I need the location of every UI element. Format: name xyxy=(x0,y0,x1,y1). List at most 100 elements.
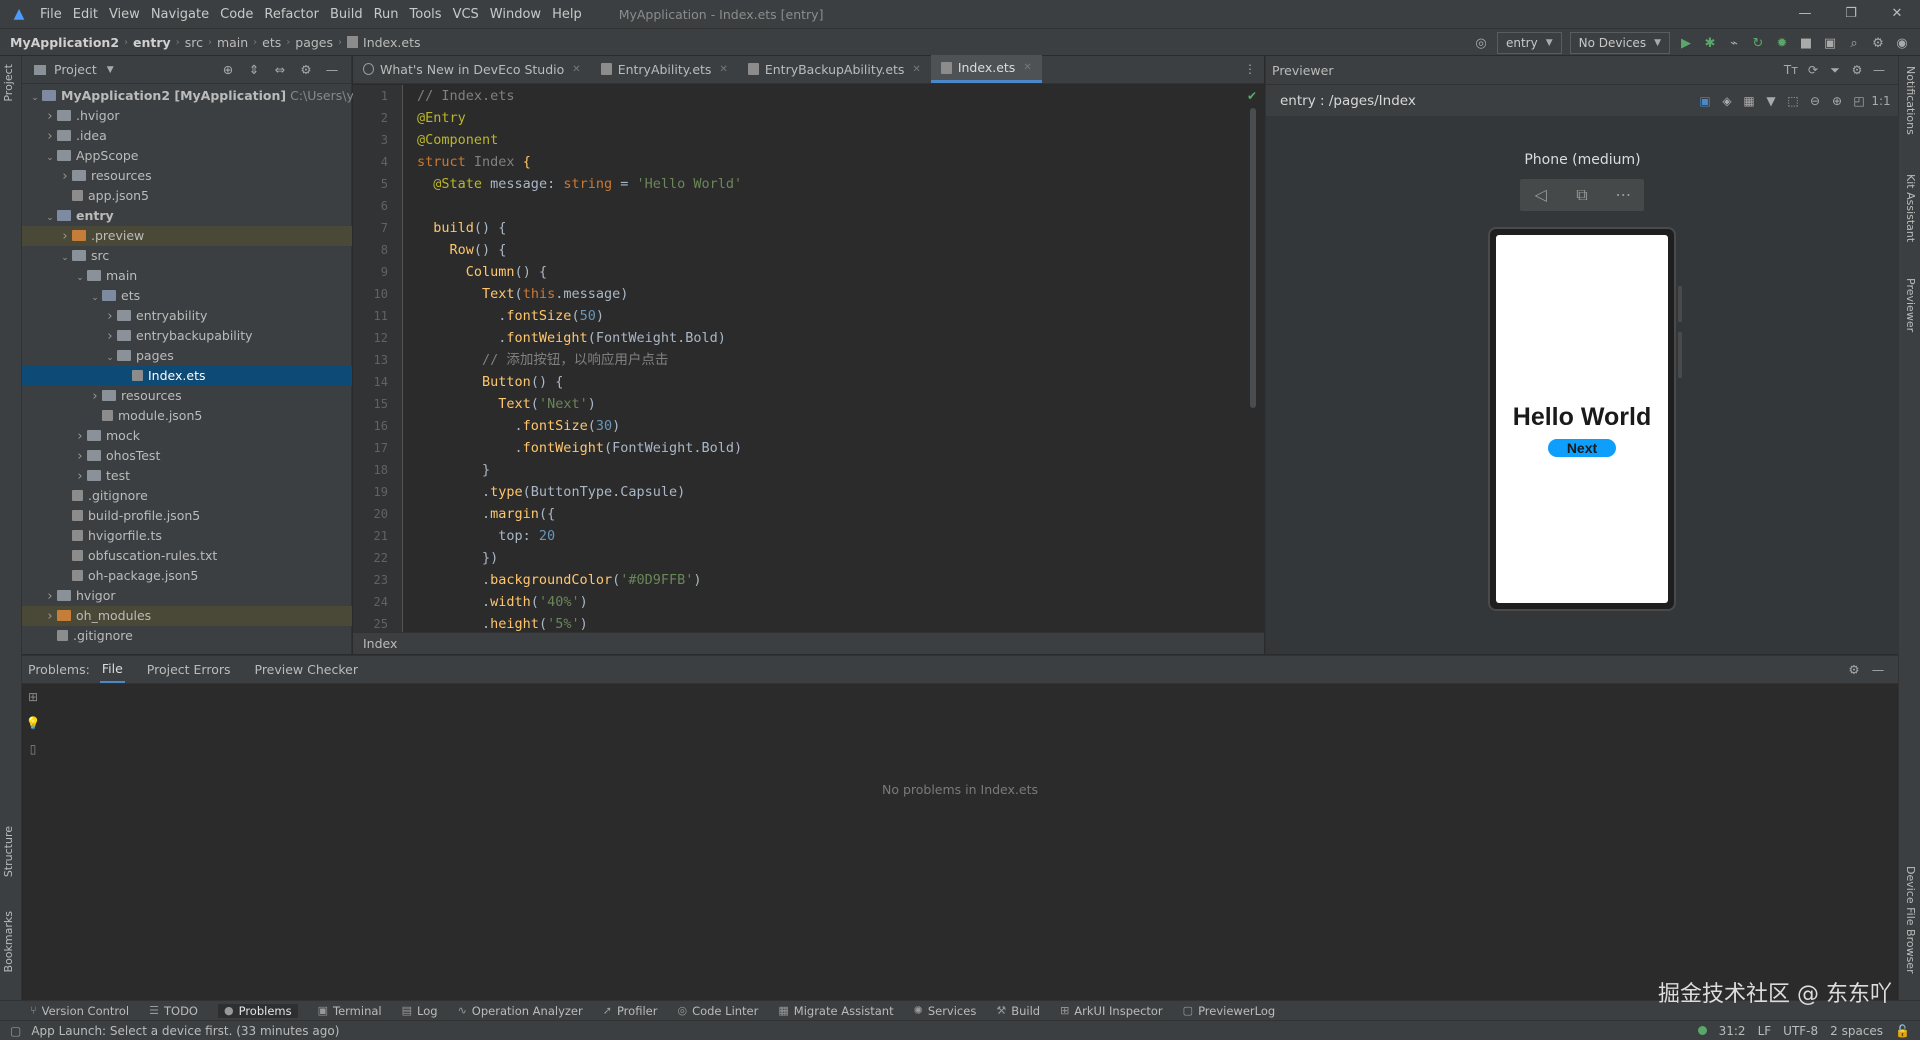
status-message[interactable]: App Launch: Select a device first. (33 m… xyxy=(31,1024,339,1038)
menu-navigate[interactable]: Navigate xyxy=(151,7,209,22)
multi-device-icon[interactable]: ▦ xyxy=(1738,94,1760,108)
menu-tools[interactable]: Tools xyxy=(410,7,442,22)
target-icon[interactable]: ◎ xyxy=(1469,36,1493,51)
tree-item[interactable]: › hvigor xyxy=(22,586,352,606)
tool-window-operation-analyzer[interactable]: ∿ Operation Analyzer xyxy=(458,1004,583,1018)
chevron-right-icon[interactable]: › xyxy=(58,227,72,247)
font-size-icon[interactable]: Tт xyxy=(1780,63,1802,78)
code-area[interactable]: // Index.ets @Entry @Component struct Index… xyxy=(417,85,1247,632)
tool-window-version-control[interactable]: ⑂ Version Control xyxy=(30,1004,129,1018)
run-icon[interactable]: ▶ xyxy=(1674,36,1698,51)
device-file-browser-tool-button[interactable]: Device File Browser xyxy=(1904,866,1917,974)
menu-view[interactable]: View xyxy=(109,7,140,22)
chevron-right-icon[interactable]: › xyxy=(43,107,57,127)
ratio-icon[interactable]: 1:1 xyxy=(1870,94,1892,108)
chevron-down-icon[interactable]: ⌄ xyxy=(103,348,117,368)
tree-item[interactable]: oh-package.json5 xyxy=(22,566,352,586)
bookmarks-tool-button[interactable]: Bookmarks xyxy=(2,911,15,972)
gear-icon[interactable]: ⚙ xyxy=(293,62,319,77)
chevron-down-icon[interactable]: ⌄ xyxy=(43,208,57,228)
tool-window-todo[interactable]: ☰ TODO xyxy=(149,1004,198,1018)
tree-item[interactable]: module.json5 xyxy=(22,406,352,426)
attach-debugger-icon[interactable]: ⌁ xyxy=(1722,36,1746,51)
notifications-tool-button[interactable]: Notifications xyxy=(1904,66,1917,135)
tree-item[interactable]: ⌄ src xyxy=(22,246,352,266)
back-icon[interactable]: ◁ xyxy=(1520,179,1561,211)
chevron-down-icon[interactable]: ▼ xyxy=(107,65,114,75)
zoom-out-icon[interactable]: ⊖ xyxy=(1804,94,1826,108)
breadcrumb-item[interactable]: pages xyxy=(295,35,333,50)
search-icon[interactable]: ⌕ xyxy=(1842,36,1866,51)
gear-icon[interactable]: ⚙ xyxy=(1846,63,1868,78)
rotate-icon[interactable]: ⧉ xyxy=(1561,179,1602,211)
tree-item[interactable]: › entryability xyxy=(22,306,352,326)
close-tab-icon[interactable]: ✕ xyxy=(719,64,727,75)
tree-item[interactable]: ⌄ AppScope xyxy=(22,146,352,166)
tree-item[interactable]: ⌄ main xyxy=(22,266,352,286)
tree-item[interactable]: › entrybackupability xyxy=(22,326,352,346)
previewer-tool-button[interactable]: Previewer xyxy=(1904,278,1917,332)
menu-file[interactable]: File xyxy=(40,7,62,22)
layers-icon[interactable]: ◈ xyxy=(1716,94,1738,108)
filter-icon[interactable]: ⏷ xyxy=(1824,63,1846,78)
chevron-down-icon[interactable]: ⌄ xyxy=(28,88,42,108)
more-tabs-icon[interactable]: ⋮ xyxy=(1244,55,1256,83)
tool-window-code-linter[interactable]: ◎ Code Linter xyxy=(677,1004,758,1018)
chevron-right-icon[interactable]: › xyxy=(88,387,102,407)
tool-window-profiler[interactable]: ➚ Profiler xyxy=(603,1004,658,1018)
chevron-right-icon[interactable]: › xyxy=(43,127,57,147)
breadcrumb-item[interactable]: ets xyxy=(262,35,281,50)
tree-item[interactable]: .gitignore xyxy=(22,626,352,646)
inspector-icon[interactable]: ▣ xyxy=(1694,94,1716,108)
tree-item[interactable]: › ohosTest xyxy=(22,446,352,466)
menu-window[interactable]: Window xyxy=(490,7,541,22)
editor-tab[interactable]: Index.ets ✕ xyxy=(930,55,1042,83)
chevron-down-icon[interactable]: ⌄ xyxy=(43,148,57,168)
tree-item[interactable]: › resources xyxy=(22,386,352,406)
tree-item[interactable]: ⌄ MyApplication2 [MyApplication] C:\Users… xyxy=(22,86,383,108)
tool-window-log[interactable]: ▤ Log xyxy=(402,1004,438,1018)
tree-item[interactable]: › resources xyxy=(22,166,352,186)
problems-tab[interactable]: Preview Checker xyxy=(253,657,360,682)
close-icon[interactable]: ✕ xyxy=(1874,0,1920,28)
refresh-icon[interactable]: ⟳ xyxy=(1802,63,1824,78)
chevron-down-icon[interactable]: ⌄ xyxy=(58,248,72,268)
device-manager-icon[interactable]: ▣ xyxy=(1818,36,1842,51)
maximize-icon[interactable]: ❐ xyxy=(1828,0,1874,28)
structure-tool-button[interactable]: Structure xyxy=(2,826,15,877)
editor-breadcrumb[interactable]: Index xyxy=(353,632,1264,654)
tree-item[interactable]: › mock xyxy=(22,426,352,446)
module-select[interactable]: entry ▼ xyxy=(1496,32,1562,54)
collapse-all-icon[interactable]: ⇔ xyxy=(267,62,293,77)
original-size-icon[interactable]: ◰ xyxy=(1848,94,1870,108)
tree-item[interactable]: › .hvigor xyxy=(22,106,352,126)
expand-all-icon[interactable]: ⇕ xyxy=(241,62,267,77)
editor-tab[interactable]: EntryBackupAbility.ets ✕ xyxy=(738,55,931,83)
menu-refactor[interactable]: Refactor xyxy=(264,7,319,22)
tree-item[interactable]: build-profile.json5 xyxy=(22,506,352,526)
chevron-right-icon[interactable]: › xyxy=(103,327,117,347)
tree-item[interactable]: ⌄ ets xyxy=(22,286,352,306)
phone-screen[interactable]: Hello World Next xyxy=(1496,235,1668,603)
zoom-in-icon[interactable]: ⊕ xyxy=(1826,94,1848,108)
chevron-down-icon[interactable]: ⌄ xyxy=(73,268,87,288)
locate-icon[interactable]: ⊕ xyxy=(215,62,241,77)
tool-window-terminal[interactable]: ▣ Terminal xyxy=(318,1004,382,1018)
tree-item[interactable]: app.json5 xyxy=(22,186,352,206)
preview-icon[interactable]: ▯ xyxy=(22,736,44,762)
chevron-right-icon[interactable]: › xyxy=(43,607,57,627)
menu-vcs[interactable]: VCS xyxy=(453,7,479,22)
gear-icon[interactable]: ⚙ xyxy=(1842,662,1866,677)
tool-window-arkui-inspector[interactable]: ⊞ ArkUI Inspector xyxy=(1060,1004,1163,1018)
tree-item[interactable]: obfuscation-rules.txt xyxy=(22,546,352,566)
tool-window-build[interactable]: ⚒ Build xyxy=(996,1004,1040,1018)
breadcrumb-item[interactable]: src xyxy=(185,35,203,50)
chevron-down-icon[interactable]: ⌄ xyxy=(88,288,102,308)
menu-code[interactable]: Code xyxy=(220,7,253,22)
tool-window-migrate-assistant[interactable]: ▦ Migrate Assistant xyxy=(778,1004,893,1018)
settings-icon[interactable]: ⚙ xyxy=(1866,36,1890,51)
chevron-right-icon[interactable]: › xyxy=(73,427,87,447)
menu-run[interactable]: Run xyxy=(374,7,399,22)
menu-build[interactable]: Build xyxy=(330,7,363,22)
account-icon[interactable]: ◉ xyxy=(1890,36,1914,51)
